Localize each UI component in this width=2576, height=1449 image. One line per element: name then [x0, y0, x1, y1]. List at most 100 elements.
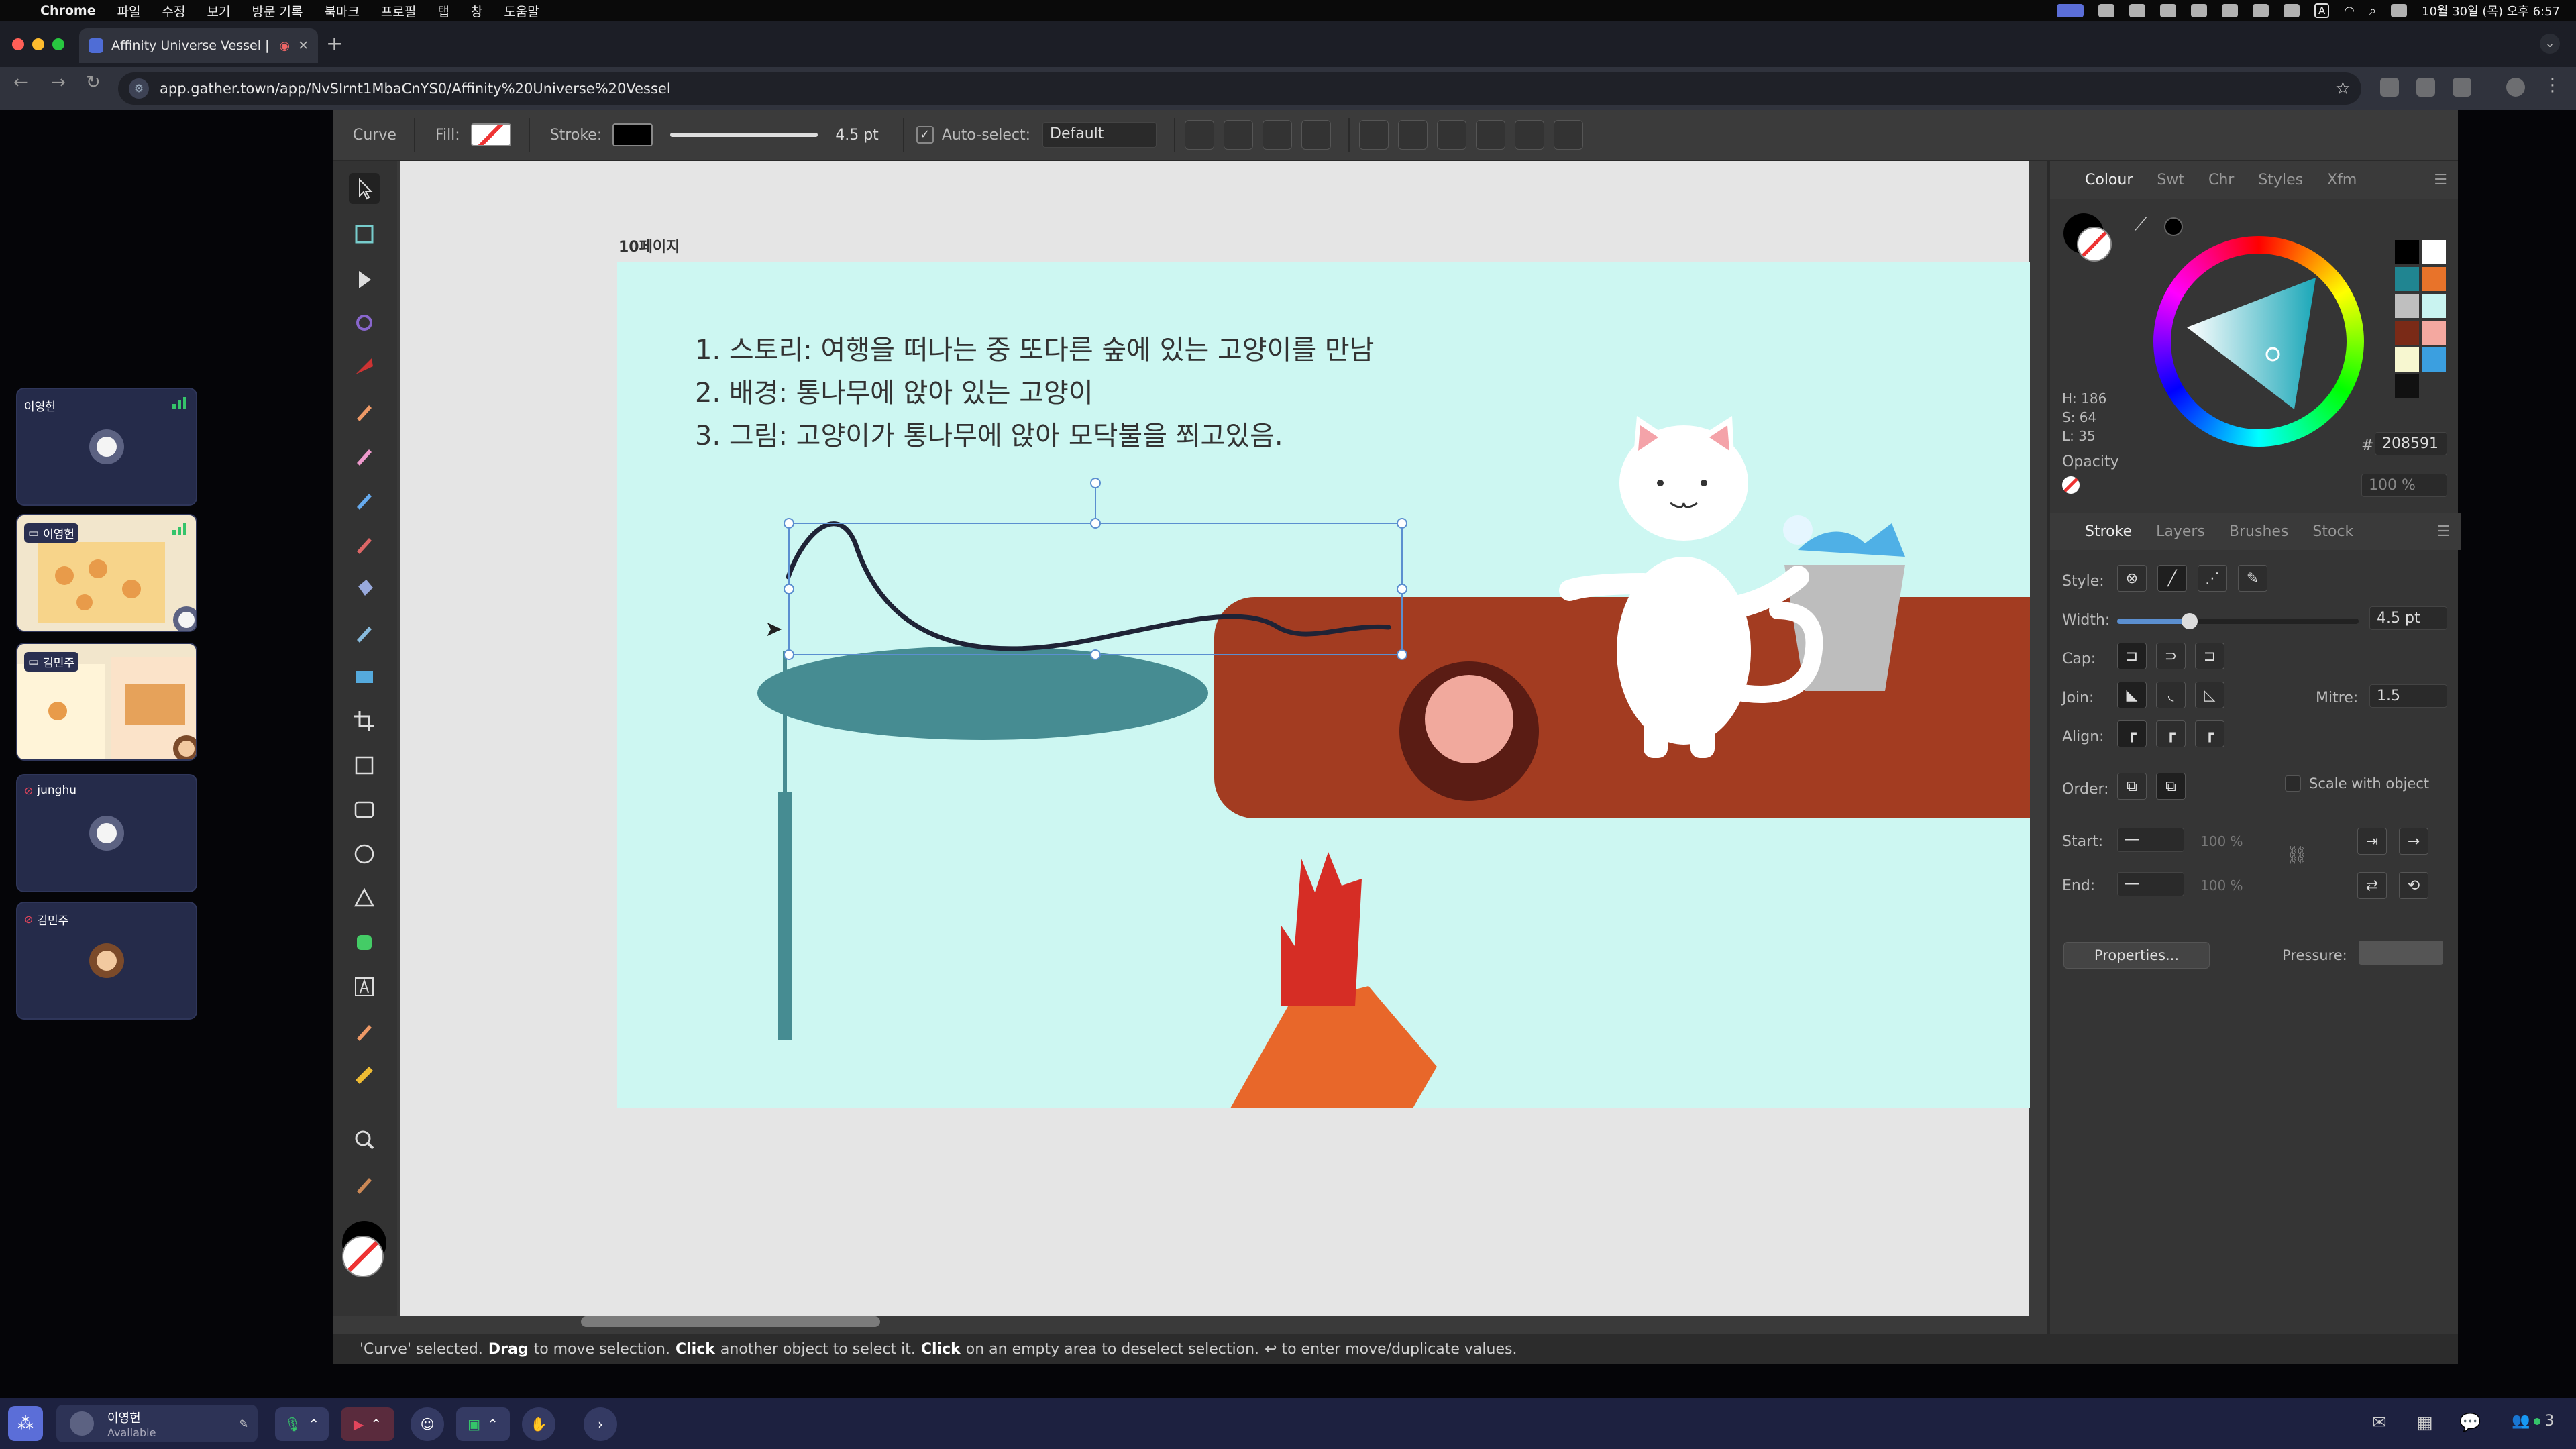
corner-tool-icon[interactable] — [349, 307, 380, 338]
menubar-clock[interactable]: 10월 30일 (목) 오후 6:57 — [2422, 2, 2560, 19]
back-button[interactable]: ← — [13, 72, 28, 93]
spotlight-search-icon[interactable]: ⌕ — [2369, 4, 2376, 18]
new-tab-button[interactable]: + — [326, 32, 343, 56]
start-arrowhead-dropdown[interactable]: ― — [2117, 828, 2184, 852]
stroke-width-field[interactable]: 4.5 pt — [828, 124, 885, 146]
tab-close-icon[interactable]: ✕ — [298, 38, 309, 53]
colour-swatch[interactable] — [2395, 294, 2419, 318]
dashed-stroke-icon[interactable]: ⋰ — [2198, 565, 2227, 592]
tab-layers[interactable]: Layers — [2156, 523, 2205, 540]
miter-join-icon[interactable]: ◣ — [2117, 682, 2147, 708]
pencil-tool-icon[interactable] — [349, 396, 380, 427]
rectangle-tool-icon[interactable] — [349, 750, 380, 781]
butt-cap-icon[interactable]: ⊐ — [2117, 643, 2147, 669]
align-right-icon[interactable] — [1437, 120, 1467, 150]
colour-swatch[interactable] — [2422, 347, 2446, 372]
announcement-icon[interactable]: ✉ — [2372, 1413, 2387, 1433]
colour-swatch[interactable] — [2422, 321, 2446, 345]
extensions-puzzle-icon[interactable] — [2453, 78, 2471, 97]
raise-hand-button[interactable]: ✋ — [522, 1407, 555, 1441]
menu-item-help[interactable]: 도움말 — [504, 2, 539, 20]
participant-tile[interactable]: 이영헌 — [16, 388, 197, 506]
solid-stroke-icon[interactable]: ╱ — [2157, 565, 2187, 592]
address-bar[interactable]: ⚙ app.gather.town/app/NvSIrnt1MbaCnYS0/A… — [118, 72, 2361, 105]
grid-icon[interactable] — [1301, 120, 1332, 150]
participants-button[interactable]: 👥 3 — [2512, 1413, 2554, 1430]
tab-character[interactable]: Chr — [2208, 172, 2234, 189]
window-minimize-button[interactable] — [32, 38, 44, 50]
align-top-icon[interactable] — [1476, 120, 1506, 150]
colour-swatch[interactable] — [2395, 347, 2419, 372]
edit-profile-icon[interactable]: ✎ — [239, 1417, 248, 1430]
screen-share-tray-icon[interactable] — [2056, 4, 2084, 17]
colour-swatch[interactable] — [2395, 240, 2419, 264]
shape-tool-icon[interactable] — [349, 794, 380, 825]
tab-styles[interactable]: Styles — [2258, 172, 2303, 189]
brush-tool-icon[interactable] — [349, 529, 380, 559]
mitre-field[interactable]: 1.5 — [2369, 684, 2447, 708]
move-tool-icon[interactable] — [349, 173, 380, 204]
end-scale-field[interactable]: 100 % — [2200, 877, 2243, 894]
bevel-join-icon[interactable]: ◺ — [2195, 682, 2224, 708]
fill-colour-swatch[interactable] — [2077, 227, 2112, 262]
hex-field[interactable]: 208591 — [2375, 432, 2447, 455]
window-close-button[interactable] — [12, 38, 24, 50]
snap-icon[interactable] — [1224, 120, 1254, 150]
opacity-field[interactable]: 100 % — [2361, 474, 2447, 497]
forward-button[interactable]: → — [51, 72, 66, 93]
horizontal-scrollbar[interactable] — [581, 1316, 880, 1327]
panel-menu-icon[interactable]: ☰ — [2436, 523, 2450, 540]
extension-icon[interactable] — [2380, 78, 2399, 97]
tab-colour[interactable]: Colour — [2085, 172, 2133, 189]
participant-screen-share[interactable]: ▭ 이영헌 — [16, 514, 197, 632]
participant-screen-share[interactable]: ▭ 김민주 — [16, 643, 197, 761]
play-tray-icon[interactable] — [2129, 4, 2145, 17]
align-left-icon[interactable] — [1359, 120, 1389, 150]
fill-tool-icon[interactable] — [349, 573, 380, 604]
end-arrowhead-dropdown[interactable]: ― — [2117, 872, 2184, 896]
text-tool-icon[interactable] — [349, 971, 380, 1002]
record-tray-icon[interactable] — [2252, 4, 2269, 17]
tab-stock[interactable]: Stock — [2312, 523, 2353, 540]
profile-avatar[interactable] — [2506, 78, 2525, 97]
align-middle-icon[interactable] — [1515, 120, 1545, 150]
menu-item-file[interactable]: 파일 — [117, 2, 141, 20]
round-cap-icon[interactable]: ⊃ — [2156, 643, 2186, 669]
paint-brush-tool-icon[interactable] — [349, 484, 380, 515]
menu-item-bookmarks[interactable]: 북마크 — [324, 2, 359, 20]
stroke-behind-fill-icon[interactable]: ⧉ — [2117, 773, 2147, 800]
colour-swatch[interactable] — [2395, 374, 2419, 398]
participant-tile[interactable]: ⊘ 김민주 — [16, 902, 197, 1020]
reload-button[interactable]: ↻ — [86, 72, 101, 93]
emoji-button[interactable]: ☺ — [411, 1407, 444, 1441]
crop-tool-icon[interactable] — [349, 706, 380, 737]
texture-stroke-icon[interactable]: ✎ — [2238, 565, 2267, 592]
colour-swatch[interactable] — [2422, 294, 2446, 318]
eyedropper-icon[interactable]: ⟋ — [2135, 215, 2147, 235]
artboard[interactable]: 1. 스토리: 여행을 떠나는 중 또다른 숲에 있는 고양이를 만남 2. 배… — [617, 262, 2030, 1108]
ellipse-tool-icon[interactable] — [349, 839, 380, 869]
menu-item-window[interactable]: 창 — [471, 2, 482, 20]
stroke-front-fill-icon[interactable]: ⧉ — [2156, 773, 2186, 800]
colour-swatch[interactable] — [2422, 267, 2446, 291]
stroke-width-slider[interactable] — [670, 133, 818, 137]
artboard-tool-icon[interactable] — [349, 219, 380, 250]
vector-brush-tool-icon[interactable] — [349, 440, 380, 471]
fill-swatch[interactable] — [470, 123, 511, 146]
pressure-curve-field[interactable] — [2359, 941, 2443, 965]
colour-triangle[interactable] — [2174, 262, 2348, 423]
wifi-icon[interactable]: ◠ — [2344, 4, 2355, 18]
align-center-icon[interactable] — [1398, 120, 1428, 150]
panel-menu-icon[interactable]: ☰ — [2434, 172, 2447, 189]
properties-button[interactable]: Properties... — [2063, 942, 2210, 969]
recent-swatches[interactable] — [2394, 239, 2447, 400]
triangle-tool-icon[interactable] — [349, 883, 380, 914]
creative-cloud-tray-icon[interactable] — [2098, 4, 2114, 17]
square-cap-icon[interactable]: ⊐ — [2195, 643, 2224, 669]
tab-swatches[interactable]: Swt — [2157, 172, 2184, 189]
colour-picker-tool-icon[interactable] — [349, 1016, 380, 1046]
camera-button[interactable]: ▶ ⌃ — [341, 1407, 394, 1441]
autoselect-dropdown[interactable]: Default — [1042, 122, 1157, 148]
place-image-tool-icon[interactable] — [349, 661, 380, 692]
menu-item-profile[interactable]: 프로필 — [381, 2, 416, 20]
